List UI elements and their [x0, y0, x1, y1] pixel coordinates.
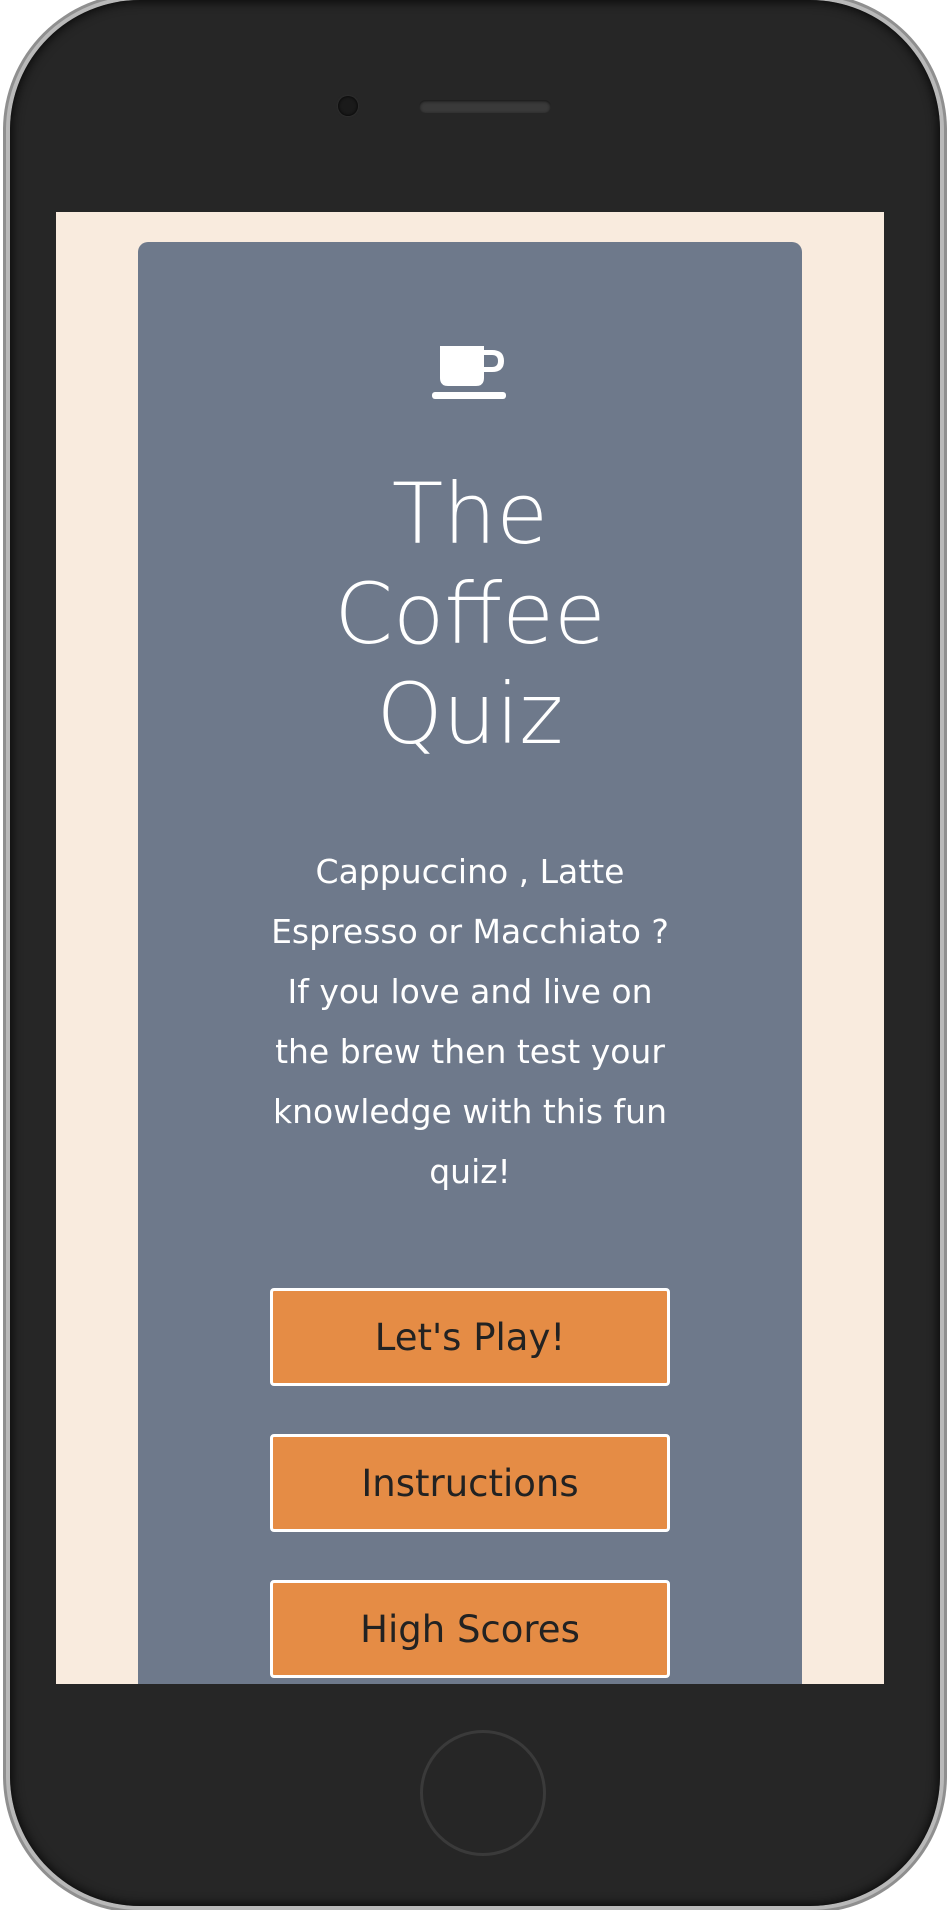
page-title: The Coffee Quiz: [138, 464, 802, 764]
intro-line: If you love and live on: [287, 972, 653, 1011]
device-mockup: The Coffee Quiz Cappuccino , Latte Espre…: [0, 0, 950, 1910]
intro-line: Cappuccino , Latte: [315, 852, 625, 891]
instructions-button[interactable]: Instructions: [270, 1434, 670, 1532]
title-line: Coffee: [334, 565, 606, 663]
home-button[interactable]: [420, 1730, 546, 1856]
earpiece-speaker: [419, 100, 551, 113]
intro-text: Cappuccino , Latte Espresso or Macchiato…: [238, 842, 702, 1202]
high-scores-button[interactable]: High Scores: [270, 1580, 670, 1678]
intro-line: quiz!: [429, 1152, 511, 1191]
quiz-card: The Coffee Quiz Cappuccino , Latte Espre…: [138, 242, 802, 1684]
intro-line: Espresso or Macchiato ?: [271, 912, 669, 951]
intro-line: the brew then test your: [275, 1032, 665, 1071]
coffee-cup-icon: [432, 346, 506, 399]
front-camera: [338, 96, 358, 116]
title-line: Quiz: [376, 665, 564, 763]
lets-play-button[interactable]: Let's Play!: [270, 1288, 670, 1386]
phone-screen: The Coffee Quiz Cappuccino , Latte Espre…: [56, 212, 884, 1684]
title-line: The: [391, 465, 549, 563]
intro-line: knowledge with this fun: [272, 1092, 668, 1131]
